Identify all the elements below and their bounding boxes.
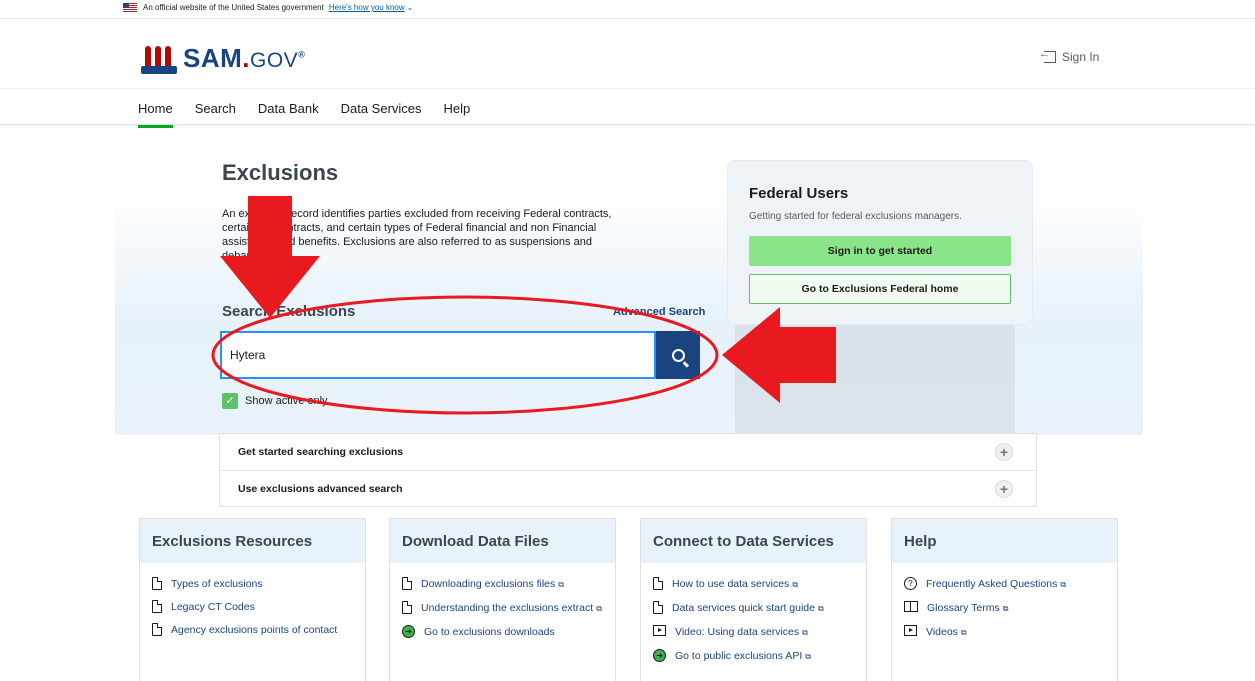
public-exclusions-api-link[interactable]: ➜ Go to public exclusions API ⧉ (653, 647, 854, 666)
document-icon (152, 600, 162, 613)
sign-in-to-get-started-button[interactable]: Sign in to get started (749, 236, 1011, 266)
gov-banner: An official website of the United States… (0, 0, 1255, 19)
video-data-services-link[interactable]: Video: Using data services ⧉ (653, 623, 854, 642)
page-title: Exclusions (222, 160, 339, 185)
video-icon (904, 625, 917, 636)
external-link-icon: ⧉ (1060, 580, 1067, 589)
connect-data-services-card: Connect to Data Services How to use data… (640, 518, 867, 681)
help-card: Help ? Frequently Asked Questions ⧉ Glossa… (891, 518, 1118, 681)
card-title: Help (892, 519, 1117, 563)
types-of-exclusions-link[interactable]: Types of exclusions (152, 575, 353, 593)
checkmark-icon[interactable]: ✓ (222, 393, 238, 409)
search-button[interactable] (656, 331, 700, 379)
accordion-label: Get started searching exclusions (238, 446, 404, 458)
nav-search[interactable]: Search (195, 101, 236, 116)
nav-data-services[interactable]: Data Services (341, 101, 422, 116)
document-icon (402, 601, 412, 614)
glossary-terms-link[interactable]: Glossary Terms ⧉ (904, 599, 1105, 618)
external-link-icon: ⧉ (805, 652, 811, 661)
building-illustration (735, 300, 1015, 435)
external-link-icon: ⧉ (802, 628, 808, 637)
book-icon (904, 601, 918, 612)
main-nav: Home Search Data Bank Data Services Help (0, 88, 1255, 128)
external-link-icon: ⧉ (558, 580, 564, 589)
exclusions-description: An exclusion record identifies parties e… (222, 208, 612, 262)
downloading-files-link[interactable]: Downloading exclusions files ⧉ (402, 575, 603, 594)
go-to-downloads-link[interactable]: ➜ Go to exclusions downloads (402, 623, 603, 641)
accordion: Get started searching exclusions + Use e… (219, 433, 1037, 507)
plus-icon[interactable]: + (995, 443, 1013, 461)
arrow-right-circle-icon: ➜ (653, 649, 666, 662)
faq-link[interactable]: ? Frequently Asked Questions ⧉ (904, 575, 1105, 594)
sam-logo-text: SAM.GOV® (183, 43, 306, 73)
how-to-use-data-services-link[interactable]: How to use data services ⧉ (653, 575, 854, 594)
external-link-icon: ⧉ (792, 580, 799, 589)
us-flag-icon (123, 3, 137, 12)
agency-contacts-link[interactable]: Agency exclusions points of contact (152, 621, 353, 639)
show-active-only-checkbox[interactable]: ✓ Show active only (222, 393, 328, 409)
nav-data-bank[interactable]: Data Bank (258, 101, 319, 116)
accordion-item-get-started[interactable]: Get started searching exclusions + (220, 434, 1036, 470)
search-icon (671, 348, 685, 362)
card-title: Connect to Data Services (641, 519, 866, 563)
external-link-icon: ⧉ (1002, 604, 1009, 613)
external-link-icon: ⧉ (817, 604, 824, 613)
videos-link[interactable]: Videos ⧉ (904, 623, 1105, 642)
nav-home[interactable]: Home (138, 101, 173, 128)
advanced-search-link[interactable]: Advanced Search (613, 306, 705, 318)
document-icon (653, 577, 663, 590)
sign-in-icon (1039, 48, 1056, 63)
legacy-ct-codes-link[interactable]: Legacy CT Codes (152, 598, 353, 616)
federal-users-subtitle: Getting started for federal exclusions m… (749, 211, 962, 222)
document-icon (402, 577, 412, 590)
accordion-item-advanced-search[interactable]: Use exclusions advanced search + (220, 470, 1036, 506)
plus-icon[interactable]: + (995, 480, 1013, 498)
page: An official website of the United States… (0, 0, 1255, 681)
document-icon (152, 623, 162, 636)
arrow-right-circle-icon: ➜ (402, 625, 415, 638)
download-data-files-card: Download Data Files Downloading exclusio… (389, 518, 616, 681)
search-exclusions-heading: Search Exclusions (222, 303, 356, 320)
question-circle-icon: ? (904, 577, 917, 590)
search-input[interactable] (220, 331, 656, 379)
chevron-down-icon[interactable]: ⌄ (407, 3, 414, 12)
federal-users-title: Federal Users (749, 185, 849, 202)
federal-users-card: Federal Users Getting started for federa… (727, 160, 1033, 325)
nav-help[interactable]: Help (444, 101, 471, 116)
sign-in-label: Sign In (1062, 50, 1100, 64)
external-link-icon: ⧉ (596, 604, 602, 613)
exclusions-federal-home-button[interactable]: Go to Exclusions Federal home (749, 274, 1011, 304)
understanding-extract-link[interactable]: Understanding the exclusions extract ⧉ (402, 599, 603, 618)
card-title: Exclusions Resources (140, 519, 365, 563)
exclusions-resources-card: Exclusions Resources Types of exclusions… (139, 518, 366, 681)
video-icon (653, 625, 666, 636)
card-title: Download Data Files (390, 519, 615, 563)
sam-logo[interactable]: SAM.GOV® (141, 40, 305, 74)
external-link-icon: ⧉ (960, 628, 967, 637)
document-icon (653, 601, 663, 614)
document-icon (152, 577, 162, 590)
show-active-only-label: Show active only (245, 395, 328, 407)
sign-in-link[interactable]: Sign In (1039, 48, 1100, 64)
sam-logo-icon (141, 40, 179, 74)
how-you-know-link[interactable]: Here's how you know (329, 3, 405, 12)
accordion-label: Use exclusions advanced search (238, 482, 403, 495)
quick-start-guide-link[interactable]: Data services quick start guide ⧉ (653, 599, 854, 618)
gov-banner-text: An official website of the United States… (143, 3, 324, 12)
